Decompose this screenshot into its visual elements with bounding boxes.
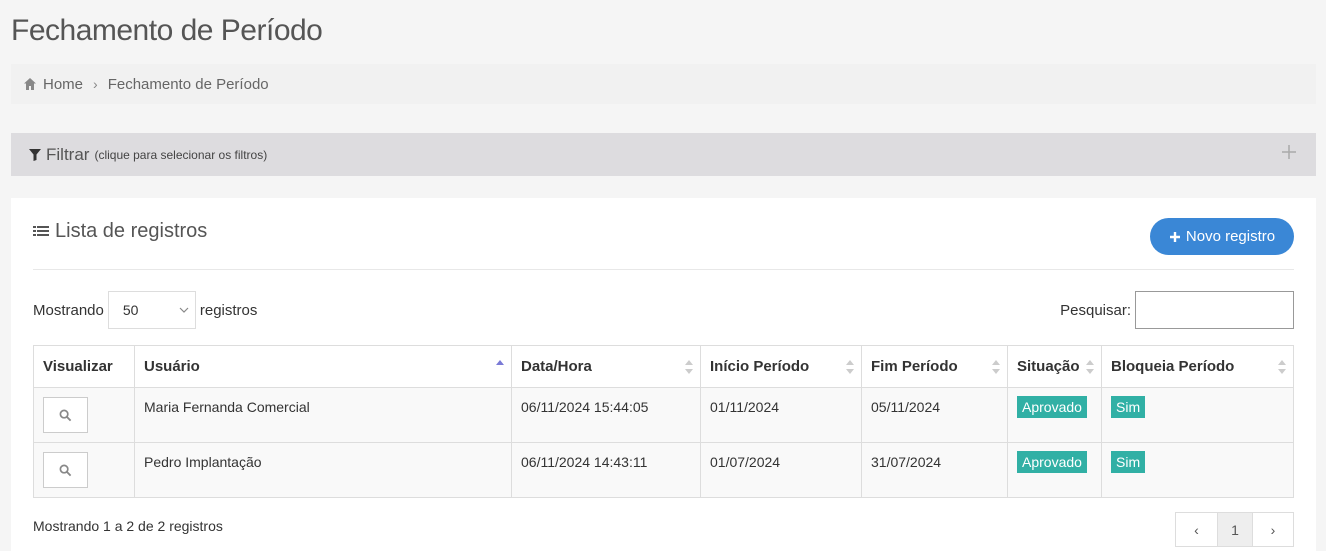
pagination-next-button[interactable]: › (1252, 513, 1293, 546)
new-record-button[interactable]: Novo registro (1150, 218, 1294, 255)
cell-inicio: 01/11/2024 (700, 387, 862, 443)
col-data-hora[interactable]: Data/Hora (511, 345, 701, 388)
home-icon (23, 77, 37, 91)
col-data-hora-label: Data/Hora (521, 358, 592, 375)
list-title-text: Lista de registros (55, 220, 208, 242)
view-button[interactable] (43, 397, 88, 433)
pagination-page-1[interactable]: 1 (1217, 513, 1252, 546)
cell-fim: 05/11/2024 (861, 387, 1008, 443)
col-fim-periodo[interactable]: Fim Período (861, 345, 1008, 388)
page-length-value: 50 (122, 302, 139, 318)
col-situacao-label: Situação (1017, 358, 1080, 375)
cell-fim: 31/07/2024 (861, 442, 1008, 498)
cell-bloqueia: Sim (1101, 387, 1294, 443)
table-header-row: Visualizar Usuário Data/Hora Início Perí… (33, 345, 1294, 388)
chevron-down-icon (179, 305, 189, 315)
cell-usuario: Maria Fernanda Comercial (134, 387, 512, 443)
col-usuario-label: Usuário (144, 358, 200, 375)
col-bloqueia-periodo[interactable]: Bloqueia Período (1101, 345, 1294, 388)
sort-icon (684, 359, 694, 375)
pagination: ‹ 1 › (1175, 512, 1294, 547)
table-info: Mostrando 1 a 2 de 2 registros (33, 518, 223, 534)
cell-situacao: Aprovado (1007, 442, 1102, 498)
col-visualizar: Visualizar (33, 345, 135, 388)
breadcrumb-separator-icon: › (93, 76, 98, 92)
records-table: Visualizar Usuário Data/Hora Início Perí… (33, 345, 1294, 498)
expand-plus-icon[interactable] (1280, 143, 1298, 161)
view-cell (33, 442, 135, 498)
search-icon (59, 464, 72, 476)
status-badge: Aprovado (1017, 396, 1087, 418)
breadcrumb-current: Fechamento de Período (107, 75, 269, 93)
page-title: Fechamento de Período (11, 14, 323, 47)
col-situacao[interactable]: Situação (1007, 345, 1102, 388)
sort-icon (1277, 359, 1287, 375)
cell-situacao: Aprovado (1007, 387, 1102, 443)
sort-icon (991, 359, 1001, 375)
breadcrumb: Home › Fechamento de Período (11, 64, 1316, 104)
cell-inicio: 01/07/2024 (700, 442, 862, 498)
breadcrumb-home-link[interactable]: Home (43, 76, 83, 93)
table-row: Pedro Implantação 06/11/2024 14:43:11 01… (33, 442, 1294, 498)
search-label: Pesquisar: (1060, 301, 1131, 319)
col-inicio-label: Início Período (710, 358, 810, 375)
page-length-select[interactable]: 50 (107, 291, 196, 329)
list-icon (33, 225, 49, 239)
cell-data-hora: 06/11/2024 14:43:11 (511, 442, 701, 498)
pagination-prev-button[interactable]: ‹ (1176, 513, 1217, 546)
length-control: Mostrando 50 registros (33, 291, 257, 329)
col-bloqueia-label: Bloqueia Período (1111, 358, 1235, 375)
records-panel: Lista de registros Novo registro Mostran… (11, 198, 1316, 551)
new-record-label: Novo registro (1185, 228, 1276, 245)
cell-usuario: Pedro Implantação (134, 442, 512, 498)
cell-data-hora: 06/11/2024 15:44:05 (511, 387, 701, 443)
length-prefix: Mostrando (33, 301, 104, 319)
status-badge: Aprovado (1017, 451, 1087, 473)
cell-bloqueia: Sim (1101, 442, 1294, 498)
block-badge: Sim (1111, 396, 1146, 418)
view-cell (33, 387, 135, 443)
search-input[interactable] (1135, 291, 1294, 329)
search-control: Pesquisar: (1060, 291, 1294, 329)
block-badge: Sim (1111, 451, 1146, 473)
view-button[interactable] (43, 452, 88, 488)
filter-bar[interactable]: Filtrar (clique para selecionar os filtr… (11, 133, 1316, 176)
panel-header: Lista de registros Novo registro (33, 198, 1294, 270)
col-usuario[interactable]: Usuário (134, 345, 512, 388)
filter-hint: (clique para selecionar os filtros) (94, 147, 268, 162)
table-row: Maria Fernanda Comercial 06/11/2024 15:4… (33, 387, 1294, 443)
filter-funnel-icon (29, 148, 41, 161)
length-suffix: registros (199, 301, 258, 319)
sort-icon (1085, 359, 1095, 375)
list-title: Lista de registros (33, 220, 207, 243)
sort-asc-icon (495, 359, 505, 375)
col-fim-label: Fim Período (871, 358, 958, 375)
col-inicio-periodo[interactable]: Início Período (700, 345, 862, 388)
plus-circle-icon (1169, 231, 1181, 243)
filter-title: Filtrar (46, 144, 90, 164)
search-icon (59, 409, 72, 421)
sort-icon (845, 359, 855, 375)
